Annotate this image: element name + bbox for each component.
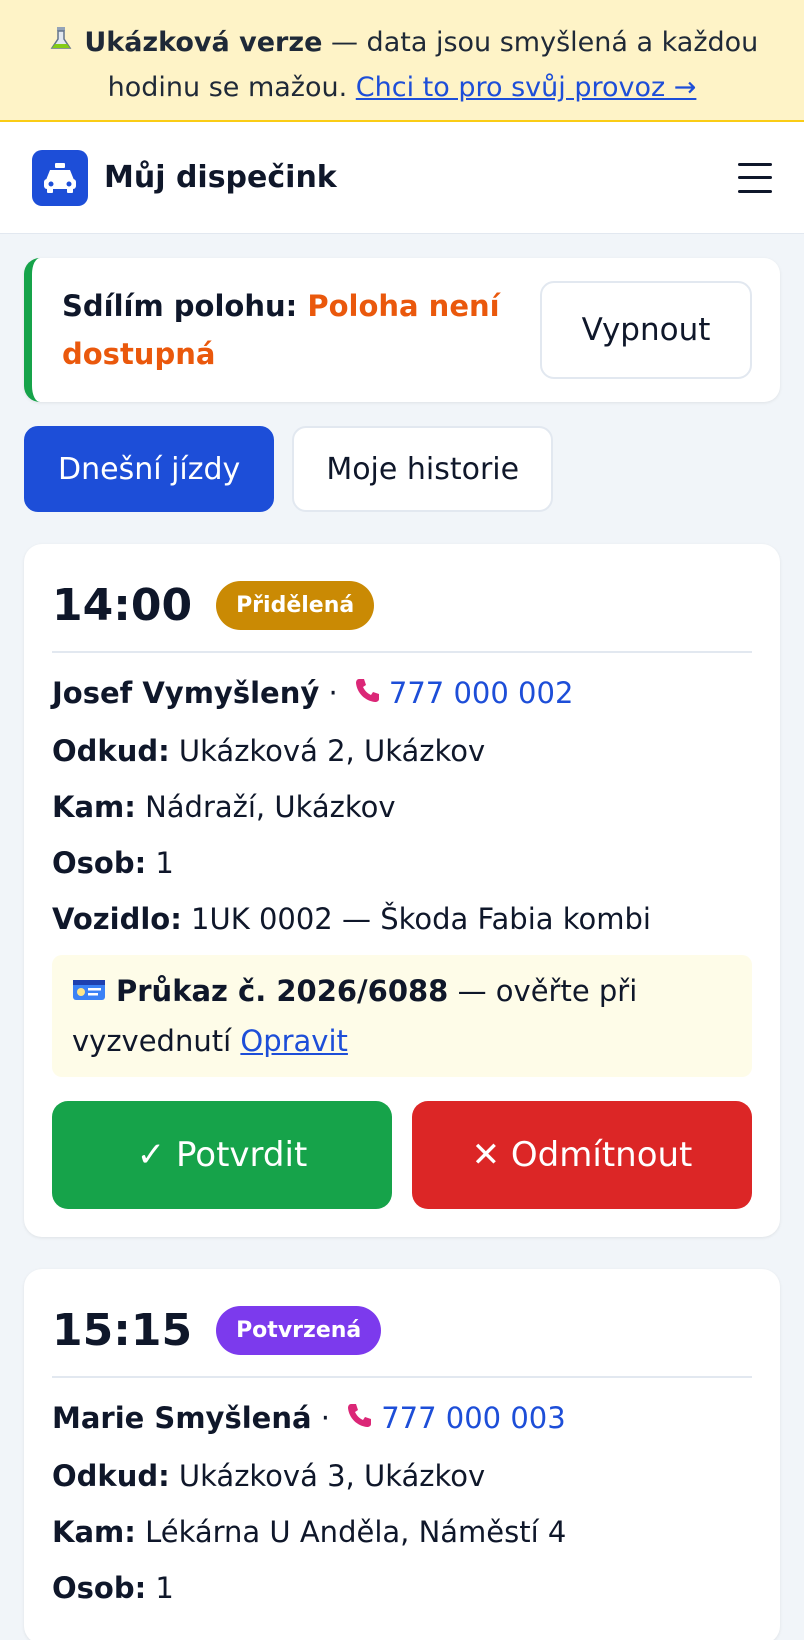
permit-edit-link[interactable]: Opravit: [240, 1024, 348, 1058]
ride-header: 15:15 Potvrzená: [52, 1305, 752, 1378]
phone-link[interactable]: 777 000 003: [381, 1401, 566, 1435]
tab-today-rides[interactable]: Dnešní jízdy: [24, 426, 275, 512]
confirm-button[interactable]: ✓ Potvrdit: [52, 1101, 392, 1209]
ride-card: 14:00 Přidělená Josef Vymyšlený · 777 00…: [24, 544, 780, 1237]
status-badge: Potvrzená: [216, 1306, 382, 1355]
location-off-button[interactable]: Vypnout: [540, 281, 752, 379]
ride-time: 14:00: [52, 580, 193, 631]
tabs: Dnešní jízdy Moje historie: [24, 426, 780, 512]
permit-number: Průkaz č. 2026/6088: [116, 974, 449, 1008]
persons-value: 1: [155, 1571, 174, 1605]
ride-actions: ✓ Potvrdit ✕ Odmítnout: [52, 1101, 752, 1209]
tab-my-history[interactable]: Moje historie: [292, 426, 554, 512]
ride-card: 15:15 Potvrzená Marie Smyšlená · 777 000…: [24, 1269, 780, 1640]
to-label: Kam:: [52, 790, 136, 824]
passenger-line: Josef Vymyšlený · 777 000 002: [52, 665, 752, 723]
id-card-icon: [72, 969, 106, 1017]
from-label: Odkud:: [52, 1459, 170, 1493]
passenger-name: Marie Smyšlená: [52, 1401, 312, 1435]
status-badge: Přidělená: [216, 581, 375, 630]
phone-icon: [345, 1392, 375, 1448]
persons-label: Osob:: [52, 846, 147, 880]
test-tube-icon: [46, 20, 76, 65]
demo-banner-link[interactable]: Chci to pro svůj provoz →: [356, 72, 697, 103]
hamburger-icon[interactable]: [738, 162, 772, 193]
app-header: Můj dispečink: [0, 122, 804, 234]
from-value: Ukázková 2, Ukázkov: [178, 734, 486, 768]
vehicle-line: Vozidlo: 1UK 0002 — Škoda Fabia kombi: [52, 891, 752, 947]
phone-icon: [353, 667, 383, 723]
ride-time: 15:15: [52, 1305, 193, 1356]
demo-banner: Ukázková verze — data jsou smyšlená a ka…: [0, 0, 804, 122]
taxi-icon: [32, 149, 88, 206]
vehicle-value: 1UK 0002 — Škoda Fabia kombi: [191, 902, 651, 936]
location-label: Sdílím polohu:: [62, 289, 298, 323]
from-line: Odkud: Ukázková 3, Ukázkov: [52, 1448, 752, 1504]
persons-line: Osob: 1: [52, 835, 752, 891]
reject-button[interactable]: ✕ Odmítnout: [412, 1101, 752, 1209]
to-value: Lékárna U Anděla, Náměstí 4: [145, 1515, 567, 1549]
passenger-line: Marie Smyšlená · 777 000 003: [52, 1390, 752, 1448]
demo-banner-title: Ukázková verze: [84, 27, 323, 58]
brand-title[interactable]: Můj dispečink: [104, 160, 738, 195]
location-status: Sdílím polohu: Poloha není dostupná: [62, 282, 540, 378]
ride-header: 14:00 Přidělená: [52, 580, 752, 653]
persons-label: Osob:: [52, 1571, 147, 1605]
permit-notice: Průkaz č. 2026/6088 — ověřte při vyzvedn…: [52, 955, 752, 1077]
persons-value: 1: [155, 846, 174, 880]
vehicle-label: Vozidlo:: [52, 902, 182, 936]
from-value: Ukázková 3, Ukázkov: [178, 1459, 486, 1493]
to-label: Kam:: [52, 1515, 136, 1549]
to-line: Kam: Nádraží, Ukázkov: [52, 779, 752, 835]
to-line: Kam: Lékárna U Anděla, Náměstí 4: [52, 1504, 752, 1560]
persons-line: Osob: 1: [52, 1560, 752, 1616]
phone-link[interactable]: 777 000 002: [389, 676, 574, 710]
passenger-name: Josef Vymyšlený: [52, 676, 320, 710]
to-value: Nádraží, Ukázkov: [145, 790, 396, 824]
main-content: Sdílím polohu: Poloha není dostupná Vypn…: [0, 234, 804, 1640]
from-line: Odkud: Ukázková 2, Ukázkov: [52, 723, 752, 779]
location-sharing-card: Sdílím polohu: Poloha není dostupná Vypn…: [24, 258, 780, 402]
from-label: Odkud:: [52, 734, 170, 768]
